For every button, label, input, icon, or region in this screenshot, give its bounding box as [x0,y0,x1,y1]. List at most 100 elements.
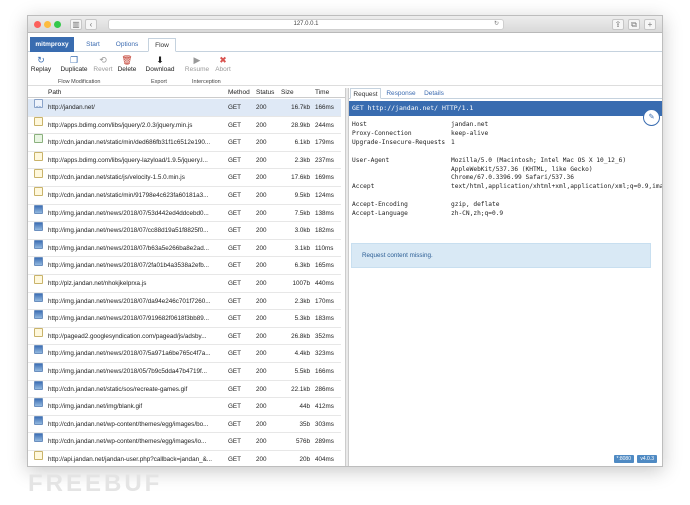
flow-size: 2.3kb [294,297,310,305]
resume-button[interactable]: ▶ Resume [183,54,211,73]
flow-row[interactable]: http://img.jandan.net/img/blank.gif GET 20… [28,398,341,416]
js-file-icon [34,116,43,126]
revert-button[interactable]: ⟲ Revert [92,54,114,73]
flow-detail-panel: Request Response Details GET http://jand… [349,88,662,466]
minimize-window-button[interactable] [44,21,51,28]
delete-button[interactable]: 🗑 Delete [116,54,138,73]
flow-method: GET [228,244,241,252]
zoom-window-button[interactable] [54,21,61,28]
close-window-button[interactable] [34,21,41,28]
flow-row[interactable]: http://img.jandan.net/news/2018/05/7b9c5… [28,363,341,381]
refresh-icon: ↻ [37,55,45,65]
flow-time: 179ms [315,139,334,147]
tab-request[interactable]: Request [350,88,381,99]
flow-method: GET [228,350,241,358]
flow-size: 6.1kb [294,139,310,147]
flow-row[interactable]: <> http://jandan.net/GET 200 16.7kb 166ms [28,99,341,117]
download-button[interactable]: ⬇ Download [144,54,176,73]
flow-row[interactable]: http://pagead2.googlesyndication.com/pag… [28,327,341,346]
column-size[interactable]: Size [281,88,294,98]
tab-start[interactable]: Start [79,38,107,52]
flow-row[interactable]: http://img.jandan.net/news/2018/07/cc88d… [28,222,341,240]
img-file-icon [34,363,43,372]
flow-path: http://img.jandan.net/news/2018/07/5a971… [48,350,211,358]
sidebar-icon[interactable]: ▥ [70,19,82,30]
duplicate-button[interactable]: ❐ Duplicate [58,54,90,73]
browser-window: ▥ ‹ 127.0.0.1 ↻ ⇪ ⧉ + mitmproxy Start Op… [27,15,663,467]
detail-tabs: Request Response Details [349,88,662,99]
request-line: GET http://jandan.net/ HTTP/1.1 [349,101,662,116]
flow-path: http://apps.bdimg.com/libs/jquery-lazylo… [48,156,208,164]
column-status[interactable]: Status [256,88,274,98]
flow-row[interactable]: http://img.jandan.net/news/2018/07/53d44… [28,204,341,223]
flow-status: 200 [256,438,267,446]
flow-row[interactable]: http://cdn.jandan.net/static/js/velocity… [28,169,341,187]
flow-status: 200 [256,368,267,375]
flow-path: http://img.jandan.net/news/2018/07/53d44… [48,209,209,217]
flow-method: GET [228,262,241,270]
flow-method: GET [228,280,241,287]
flow-row[interactable]: http://img.jandan.net/news/2018/07/91968… [28,310,341,328]
flow-path: http://jandan.net/ [48,104,95,111]
flow-status: 200 [256,385,267,393]
column-path[interactable]: Path [48,88,61,98]
header-name: Upgrade-Insecure-Requests [352,139,446,146]
tab-details[interactable]: Details [421,88,447,99]
flow-row[interactable]: http://plz.jandan.net/nhokjkelprxa.js GET… [28,275,341,293]
flow-row[interactable]: http://cdn.jandan.net/wp-content/themes/… [28,433,341,451]
flow-path: http://cdn.jandan.net/static/sos/recreat… [48,385,188,393]
flow-size: 17.6kb [291,174,310,182]
img-file-icon [34,433,43,443]
flow-time: 166ms [315,104,334,111]
flow-toolbar: Flow Modification Export Interception ↻ R… [28,52,662,86]
header-name: User-Agent [352,157,390,164]
flow-row[interactable]: http://img.jandan.net/news/2018/07/b63a5… [28,239,341,258]
img-file-icon [34,222,43,232]
css-file-icon [34,134,43,144]
flow-row[interactable]: http://cdn.jandan.net/static/sos/recreat… [28,380,341,399]
tab-response[interactable]: Response [384,88,418,99]
flow-status: 200 [256,227,267,235]
flow-method: GET [228,174,241,182]
flow-row[interactable]: http://img.jandan.net/news/2018/07/5a971… [28,345,341,363]
flow-row[interactable]: http://img.jandan.net/news/2018/07/2fa01… [28,257,341,275]
tab-flow[interactable]: Flow [148,38,176,52]
flow-size: 28.9kb [291,121,310,129]
img-file-icon [34,345,43,355]
abort-button[interactable]: ✖ Abort [213,54,233,73]
js-file-icon [34,169,43,179]
replay-button[interactable]: ↻ Replay [30,54,52,73]
flow-row[interactable]: http://img.jandan.net/news/2018/07/da94e… [28,292,341,311]
address-bar[interactable]: 127.0.0.1 ↻ [108,19,504,30]
main-menu: mitmproxy Start Options Flow [28,37,662,52]
group-label-flow-modification: Flow Modification [58,79,101,85]
flow-size: 576b [295,438,310,446]
header-value: 1 [451,139,455,146]
column-time[interactable]: Time [315,88,329,98]
share-icon[interactable]: ⇪ [612,19,624,30]
flow-row[interactable]: http://apps.bdimg.com/libs/jquery/2.0.3/… [28,116,341,135]
flow-row[interactable]: http://cdn.jandan.net/wp-content/themes/… [28,415,341,434]
flow-status: 200 [256,420,267,428]
flow-size: 4.4kb [294,350,310,358]
flow-time: 182ms [315,227,334,235]
tab-options[interactable]: Options [111,38,143,52]
reload-icon[interactable]: ↻ [494,20,499,29]
flow-row[interactable]: http://api.jandan.net/jandan-user.php?ca… [28,451,341,466]
flow-method: GET [228,332,241,340]
header-value: zh-CN,zh;q=0.9 [451,210,504,217]
button-label: Delete [117,66,137,73]
column-method[interactable]: Method [228,88,250,98]
flow-path: http://cdn.jandan.net/wp-content/themes/… [48,420,209,428]
back-icon[interactable]: ‹ [85,19,97,30]
flow-method: GET [228,456,241,463]
flow-row[interactable]: http://cdn.jandan.net/static/min/91798e4… [28,187,341,205]
flow-row[interactable]: http://cdn.jandan.net/static/min/ded686f… [28,134,341,152]
flow-size: 9.5kb [294,192,310,199]
tabs-icon[interactable]: ⧉ [628,19,640,30]
flow-method: GET [228,420,241,428]
new-tab-icon[interactable]: + [644,19,656,30]
brand-tab[interactable]: mitmproxy [30,37,74,52]
flow-table: Path Method Status Size Time <> http://ja… [28,88,345,466]
flow-row[interactable]: http://apps.bdimg.com/libs/jquery-lazylo… [28,151,341,170]
